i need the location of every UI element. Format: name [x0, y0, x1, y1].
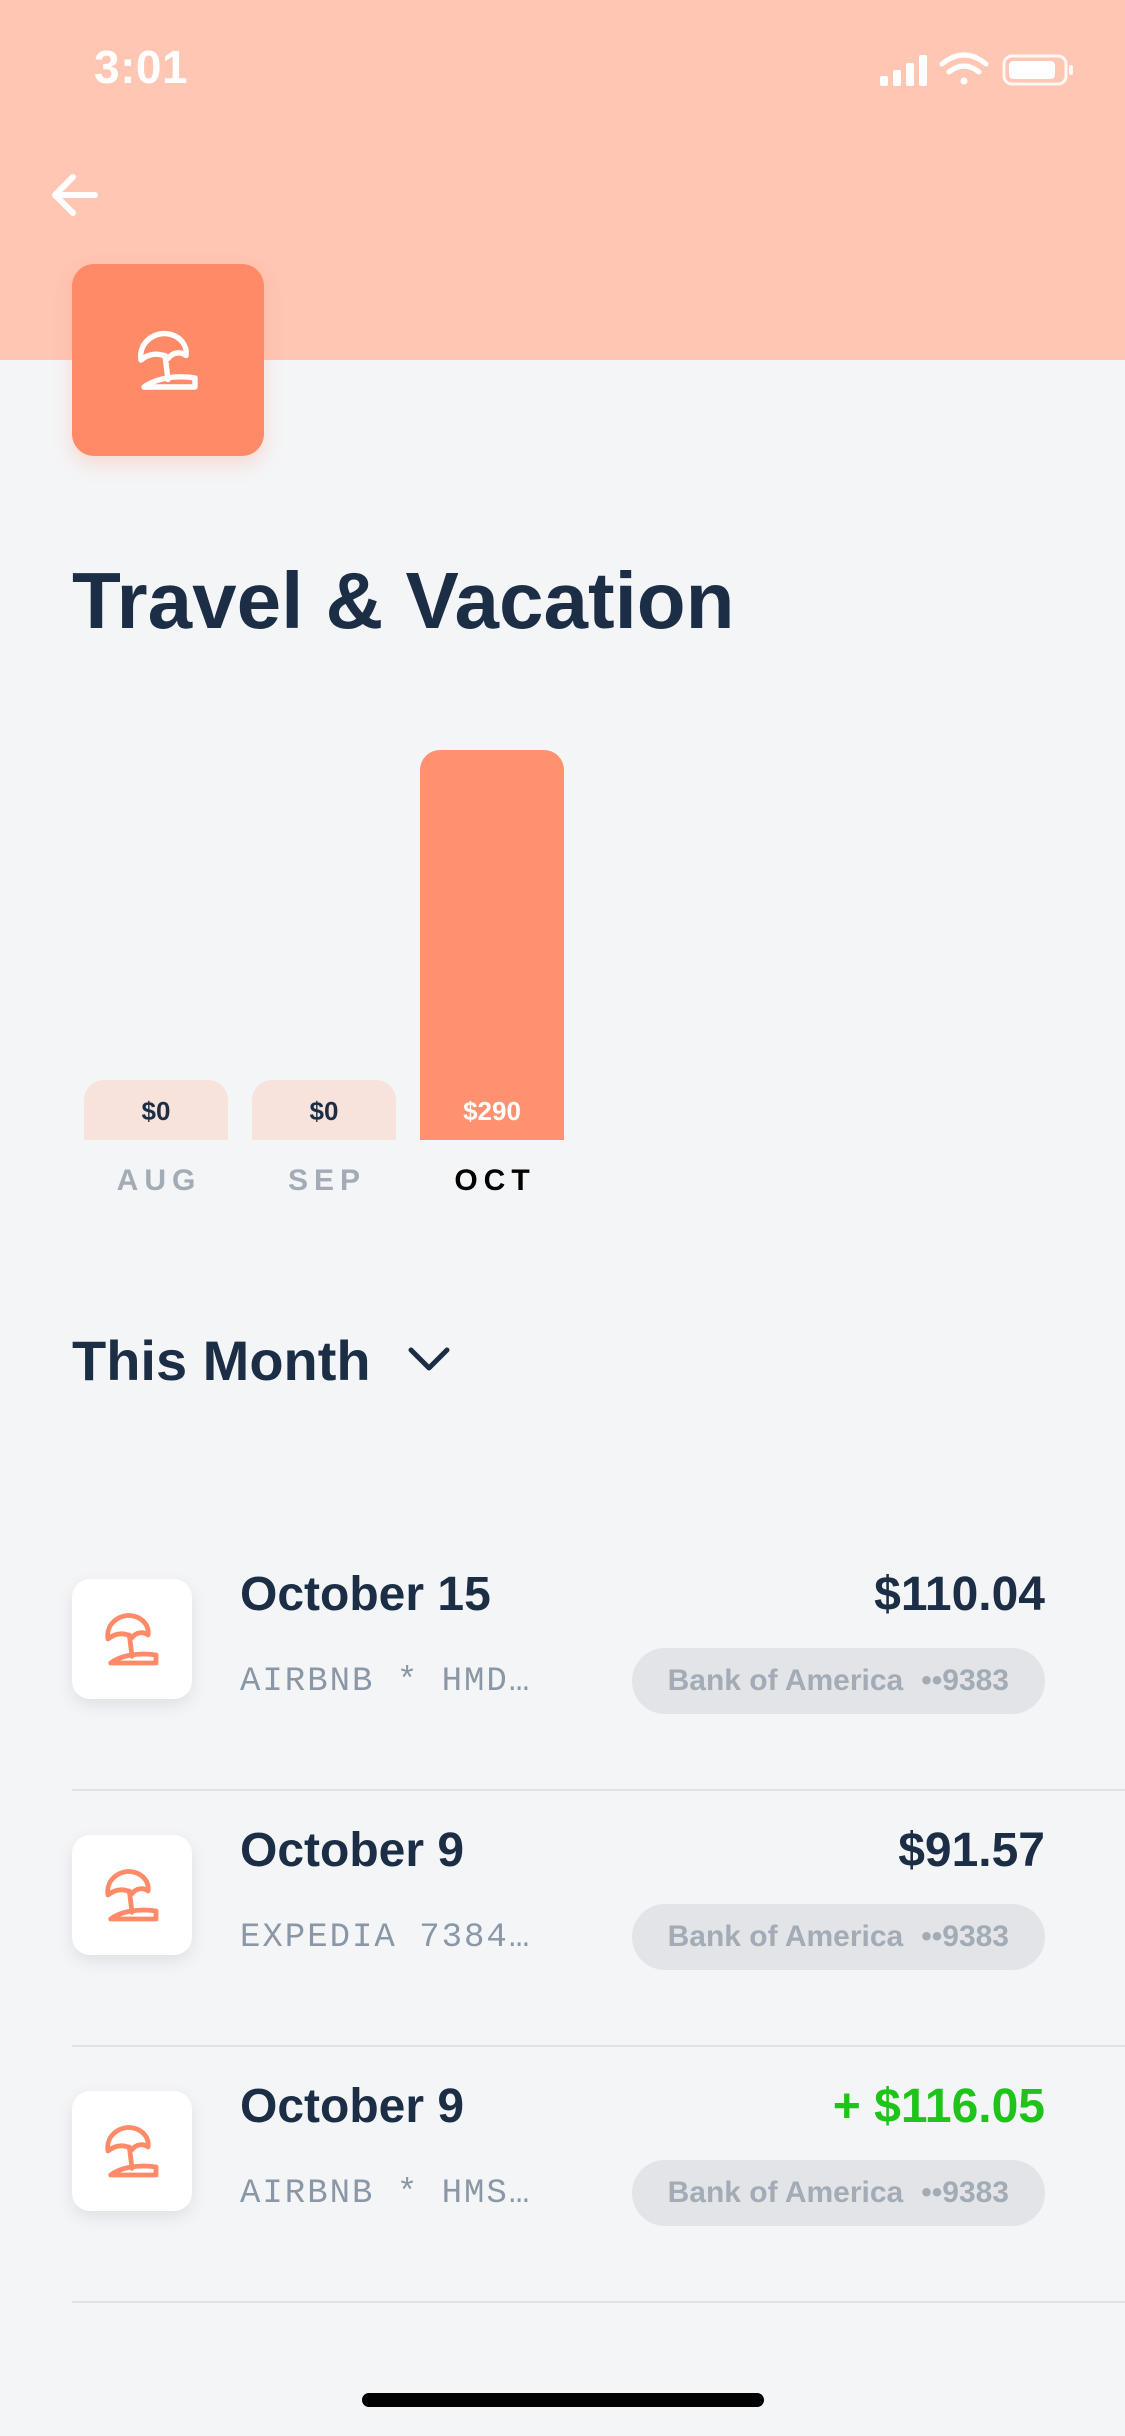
- transaction-list: October 15 $110.04 AIRBNB * HMD… Bank of…: [0, 1535, 1125, 2303]
- beach-umbrella-icon: [105, 2125, 159, 2178]
- account-badge: Bank of America ••9383: [631, 2160, 1045, 2226]
- account-badge: Bank of America ••9383: [631, 1648, 1045, 1714]
- chart-value-label: $0: [309, 1096, 339, 1126]
- beach-umbrella-icon: [105, 1613, 159, 1666]
- transaction-row[interactable]: October 9 + $116.05 AIRBNB * HMS… Bank o…: [72, 2047, 1125, 2303]
- beach-umbrella-icon: [138, 330, 198, 390]
- status-time: 3:01: [94, 41, 189, 93]
- transaction-category-icon: [72, 1835, 192, 1955]
- bank-name: Bank of America: [667, 1920, 904, 1953]
- transaction-category-icon: [72, 1579, 192, 1699]
- chart-category-label: OCT: [454, 1164, 536, 1197]
- chart-value-label: $0: [141, 1096, 171, 1126]
- account-mask: ••9383: [921, 1664, 1009, 1697]
- cellular-signal-icon: [880, 55, 927, 86]
- status-bar: 3:01: [0, 0, 1125, 140]
- transaction-amount: $91.57: [898, 1824, 1045, 1877]
- transaction-row[interactable]: October 15 $110.04 AIRBNB * HMD… Bank of…: [72, 1535, 1125, 1791]
- page-title: Travel & Vacation: [72, 556, 735, 645]
- status-icons: [880, 52, 1073, 86]
- beach-umbrella-icon: [105, 1869, 159, 1922]
- transaction-merchant: EXPEDIA 7384…: [240, 1919, 532, 1957]
- transaction-amount: $110.04: [874, 1568, 1045, 1621]
- chart-bar-oct[interactable]: [420, 750, 564, 1140]
- period-dropdown[interactable]: This Month: [72, 1320, 451, 1400]
- bank-name: Bank of America: [667, 1664, 904, 1697]
- transaction-merchant: AIRBNB * HMD…: [240, 1663, 532, 1701]
- chart-category-label: SEP: [287, 1164, 367, 1197]
- transaction-row[interactable]: October 9 $91.57 EXPEDIA 7384… Bank of A…: [72, 1791, 1125, 2047]
- account-badge: Bank of America ••9383: [631, 1904, 1045, 1970]
- account-mask: ••9383: [921, 1920, 1009, 1953]
- transaction-date: October 9: [240, 2080, 465, 2133]
- transaction-amount: + $116.05: [832, 2080, 1045, 2133]
- battery-icon: [1002, 54, 1073, 86]
- transaction-category-icon: [72, 2091, 192, 2211]
- spending-bar-chart: $0 AUG $0 SEP $290 OCT: [0, 700, 1125, 1220]
- wifi-icon: [939, 52, 989, 85]
- chart-value-label: $290: [463, 1096, 521, 1126]
- transaction-date: October 9: [240, 1824, 465, 1877]
- transaction-date: October 15: [240, 1568, 491, 1621]
- back-arrow-icon: [52, 174, 98, 216]
- back-button[interactable]: [40, 160, 110, 230]
- account-mask: ••9383: [921, 2176, 1009, 2209]
- chart-category-label: AUG: [116, 1164, 202, 1197]
- bank-name: Bank of America: [667, 2176, 904, 2209]
- category-icon-tile: [72, 264, 264, 456]
- transaction-merchant: AIRBNB * HMS…: [240, 2175, 532, 2213]
- home-indicator: [362, 2393, 764, 2407]
- chevron-down-icon: [407, 1346, 451, 1374]
- period-label: This Month: [72, 1328, 371, 1392]
